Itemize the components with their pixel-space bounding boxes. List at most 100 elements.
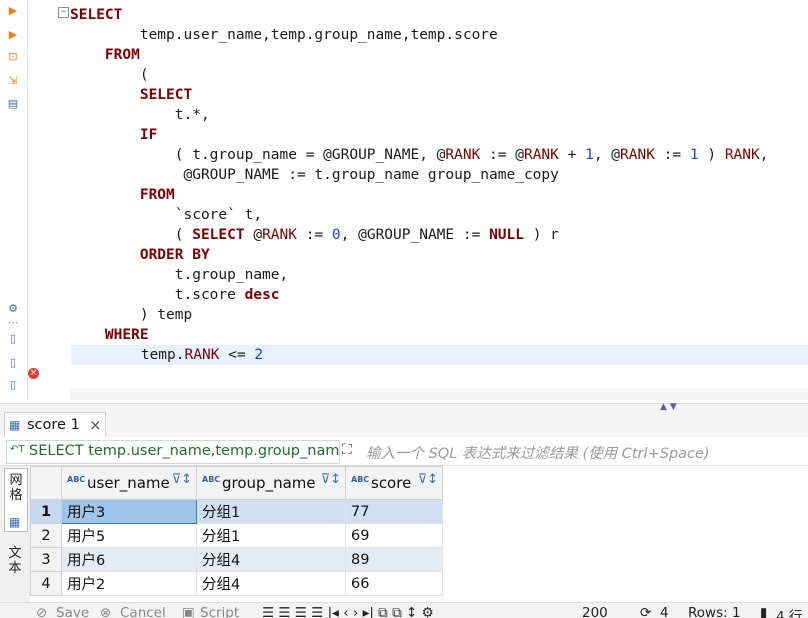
code-token: ( <box>70 227 193 243</box>
tab-score-1[interactable]: ▦ score 1 × <box>4 412 106 439</box>
side-tab-text[interactable]: 文本 <box>4 542 26 602</box>
script-button[interactable]: Script <box>200 605 239 618</box>
result-grid: ABC user_name ⊽↕ ABC group_name ⊽↕ ABC s… <box>30 466 443 596</box>
code-line[interactable]: SELECT <box>70 5 122 25</box>
side-tab-grid[interactable]: 网格 ▦ <box>4 468 28 532</box>
row-number-header[interactable] <box>30 466 62 500</box>
code-token: temp. <box>71 347 185 363</box>
code-token: ) <box>698 147 725 163</box>
table-row[interactable]: 4 用户2 分组4 66 <box>30 571 443 596</box>
code-token: ORDER BY <box>139 247 210 263</box>
table-row[interactable]: 2 用户5 分组1 69 <box>30 523 443 548</box>
table-row[interactable]: 1 用户3 分组1 77 <box>30 499 443 524</box>
cell-score[interactable]: 66 <box>345 571 443 596</box>
export-icon[interactable]: ⇲ <box>6 74 20 88</box>
close-tab-icon[interactable]: × <box>89 416 102 434</box>
view-side-tabs: 网格 ▦ 文本 <box>0 466 30 602</box>
code-token: ( t.group_name = @GROUP_NAME, @ <box>70 147 446 163</box>
run-script-icon[interactable]: ▶ <box>6 28 20 42</box>
code-line[interactable]: ORDER BY <box>70 245 210 265</box>
cell-user-name[interactable]: 用户3 <box>61 499 197 524</box>
column-label: score <box>371 474 412 492</box>
code-line[interactable]: FROM <box>70 185 175 205</box>
code-line[interactable]: SELECT <box>70 85 192 105</box>
code-token: FROM <box>139 187 175 203</box>
code-line[interactable]: t.group_name, <box>70 265 289 285</box>
column-header-user-name[interactable]: ABC user_name ⊽↕ <box>61 466 197 500</box>
sql-editor[interactable]: − SELECT temp.user_name,temp.group_name,… <box>40 0 808 388</box>
sql-file-icon[interactable]: ▯ <box>6 356 20 370</box>
cell-group-name[interactable]: 分组1 <box>196 523 346 548</box>
code-line[interactable]: ) temp <box>70 305 192 325</box>
code-token: `score` t, <box>70 207 263 223</box>
cell-group-name[interactable]: 分组4 <box>196 547 346 572</box>
cancel-button[interactable]: Cancel <box>120 605 166 618</box>
code-token: temp.user_name,temp.group_name,temp.scor… <box>70 27 498 43</box>
fetch-size-input[interactable]: 200 <box>582 605 608 618</box>
code-line[interactable]: t.*, <box>70 105 210 125</box>
code-line[interactable]: @GROUP_NAME := t.group_name group_name_c… <box>70 165 558 185</box>
table-row[interactable]: 3 用户6 分组4 89 <box>30 547 443 572</box>
new-file-icon[interactable]: ▯ <box>6 332 20 346</box>
code-line[interactable]: `score` t, <box>70 205 262 225</box>
code-line[interactable]: temp.user_name,temp.group_name,temp.scor… <box>70 25 498 45</box>
code-token: IF <box>139 127 158 143</box>
code-token: ( <box>70 67 149 83</box>
refresh-count: 4 <box>660 605 669 618</box>
play-icon[interactable]: ▶ <box>6 4 20 18</box>
cancel-icon: ⊗ <box>100 605 112 618</box>
save-button[interactable]: Save <box>56 605 89 618</box>
row-number[interactable]: 2 <box>30 523 62 548</box>
cell-score[interactable]: 89 <box>345 547 443 572</box>
more-icon[interactable]: ⋯ <box>6 316 20 330</box>
code-token: 2 <box>254 347 264 363</box>
code-line[interactable]: ( SELECT @RANK := 0, @GROUP_NAME := NULL… <box>70 225 559 245</box>
column-header-score[interactable]: ABC score ⊽↕ <box>345 466 443 500</box>
filter-sort-icon[interactable]: ⊽↕ <box>321 472 341 487</box>
code-line[interactable]: ( t.group_name = @GROUP_NAME, @RANK := @… <box>70 145 769 165</box>
script-file-icon[interactable]: ▯ <box>6 378 20 392</box>
filter-bar: ↶T SELECT temp.user_name,temp.group_name… <box>0 437 808 466</box>
text-type-icon: ABC <box>67 475 86 484</box>
text-type-icon: ABC <box>351 475 370 484</box>
settings-icon[interactable]: ⚙ <box>6 302 20 316</box>
refresh-icon[interactable]: ⟳ <box>640 605 651 618</box>
row-number[interactable]: 1 <box>30 499 62 524</box>
code-line[interactable]: WHERE <box>70 325 149 345</box>
column-header-group-name[interactable]: ABC group_name ⊽↕ <box>196 466 346 500</box>
cell-group-name[interactable]: 分组4 <box>196 571 346 596</box>
filter-sort-icon[interactable]: ⊽↕ <box>172 472 192 487</box>
current-code-line[interactable]: temp.RANK <= 2 <box>71 345 808 365</box>
code-token: RANK <box>620 147 655 163</box>
cell-group-name[interactable]: 分组1 <box>196 499 346 524</box>
filter-placeholder: 输入一个 SQL 表达式来过滤结果 (使用 Ctrl+Space) <box>366 446 710 462</box>
filter-input[interactable]: 输入一个 SQL 表达式来过滤结果 (使用 Ctrl+Space) <box>362 440 808 462</box>
cell-user-name[interactable]: 用户5 <box>61 523 197 548</box>
code-line[interactable]: ( <box>70 65 149 85</box>
cell-score[interactable]: 69 <box>345 523 443 548</box>
file-icon[interactable]: ▤ <box>6 97 20 111</box>
query-text-field[interactable]: ↶T SELECT temp.user_name,temp.group_name… <box>6 440 340 464</box>
code-line[interactable]: t.score desc <box>70 285 280 305</box>
code-line[interactable]: IF <box>70 125 157 145</box>
editor-horizontal-scrollbar[interactable] <box>70 388 808 400</box>
grid-tools-icons[interactable]: ☰ ☰ ☰ ☰ |◂ ‹ › ▸| ⧉ ⧉ ↕ ⚙ <box>262 605 434 618</box>
filter-sort-icon[interactable]: ⊽↕ <box>418 472 438 487</box>
cell-score[interactable]: 77 <box>345 499 443 524</box>
code-line[interactable]: FROM <box>70 45 140 65</box>
fold-toggle-icon[interactable]: − <box>58 7 69 18</box>
cell-user-name[interactable]: 用户6 <box>61 547 197 572</box>
row-number[interactable]: 4 <box>30 571 62 596</box>
cell-user-name[interactable]: 用户2 <box>61 571 197 596</box>
code-token: RANK <box>445 147 481 163</box>
panel-maximize-arrows[interactable]: ▲▼ <box>660 402 680 412</box>
expand-icon[interactable]: ⛶ <box>342 442 352 458</box>
error-marker-icon[interactable]: × <box>28 368 39 379</box>
results-toolbar: ⊘ Save ⊗ Cancel ▣ Script ☰ ☰ ☰ ☰ |◂ ‹ › … <box>0 602 808 618</box>
explain-icon[interactable]: ⊡ <box>6 50 20 64</box>
code-token: := <box>297 227 332 243</box>
row-number[interactable]: 3 <box>30 547 62 572</box>
